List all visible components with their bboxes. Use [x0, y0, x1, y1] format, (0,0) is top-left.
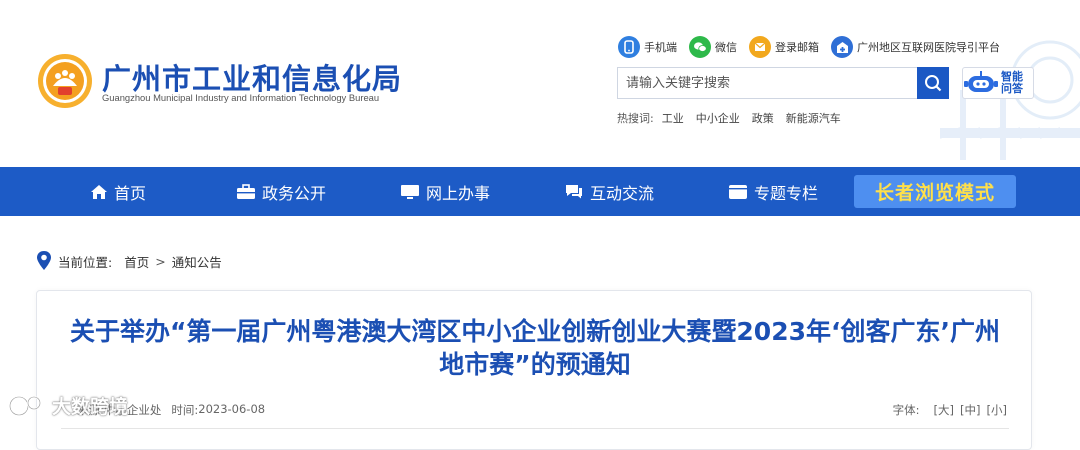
breadcrumb-notices[interactable]: 通知公告 — [172, 252, 222, 271]
nav-item-special-topics[interactable]: 专题专栏 — [728, 167, 818, 216]
wechat-link[interactable]: 微信 — [689, 36, 737, 58]
robot-icon — [964, 71, 998, 92]
location-pin-icon — [37, 251, 51, 270]
top-links: 手机端 微信 登录邮箱 广州地区互联网医院导引平台 — [618, 35, 1012, 59]
search-icon — [925, 75, 942, 92]
nav-item-label: 网上办事 — [426, 183, 491, 203]
hot-search-item[interactable]: 新能源汽车 — [786, 110, 841, 126]
bureau-emblem-icon[interactable] — [36, 52, 94, 110]
briefcase-icon — [237, 183, 255, 199]
article-date: 2023-06-08 — [198, 402, 266, 416]
search-button[interactable] — [917, 67, 949, 99]
breadcrumb: 当前位置: 首页 > 通知公告 — [36, 250, 222, 272]
watermark-text: 大数跨境 — [52, 396, 129, 418]
hospital-icon — [831, 36, 853, 58]
wechat-icon — [689, 36, 711, 58]
watermark-logo-icon — [8, 395, 41, 416]
site-header: 广州市工业和信息化局 Guangzhou Municipal Industry … — [0, 0, 1080, 167]
nav-item-label: 政务公开 — [262, 183, 327, 203]
nav-item-label: 专题专栏 — [754, 183, 819, 203]
mail-icon — [749, 36, 771, 58]
watermark: 大数跨境 — [8, 392, 128, 419]
article-card: 关于举办“第一届广州粤港澳大湾区中小企业创新创业大赛暨2023年‘创客广东’广州… — [36, 290, 1032, 450]
nav-item-interaction[interactable]: 互动交流 — [564, 167, 654, 216]
breadcrumb-separator: > — [155, 253, 166, 269]
mobile-link[interactable]: 手机端 — [618, 36, 677, 58]
font-size-medium-button[interactable]: [中] — [960, 402, 980, 418]
nav-item-government[interactable]: 政务公开 — [236, 167, 326, 216]
hot-search-item[interactable]: 中小企业 — [696, 110, 740, 126]
hot-search-item[interactable]: 工业 — [662, 110, 684, 126]
site-title-english: Guangzhou Municipal Industry and Informa… — [102, 92, 380, 103]
breadcrumb-home[interactable]: 首页 — [124, 252, 149, 271]
ai-qa-button[interactable]: 智能 问答 — [962, 67, 1034, 99]
search-box — [617, 67, 949, 99]
font-size-small-button[interactable]: [小] — [987, 402, 1007, 418]
font-size-switcher: 字体: [大] [中] [小] — [893, 402, 1007, 418]
font-size-label: 字体: — [892, 403, 920, 417]
hot-search-item[interactable]: 政策 — [752, 110, 774, 126]
search-input[interactable] — [618, 68, 916, 98]
hospital-guide-link[interactable]: 广州地区互联网医院导引平台 — [831, 36, 1000, 58]
monitor-icon — [401, 184, 419, 199]
nav-item-label: 首页 — [114, 183, 147, 203]
divider — [61, 428, 1009, 429]
nav-item-home[interactable]: 首页 — [90, 167, 146, 216]
article-date-label: 时间: — [171, 403, 199, 417]
chat-icon — [566, 185, 582, 199]
nav-item-online-service[interactable]: 网上办事 — [400, 167, 490, 216]
breadcrumb-prefix: 当前位置: — [58, 254, 113, 270]
hot-search: 热搜词: 工业 中小企业 政策 新能源汽车 — [617, 110, 845, 126]
hot-search-label: 热搜词: — [617, 112, 654, 125]
ai-label-line2: 问答 — [1001, 82, 1023, 95]
article-title: 关于举办“第一届广州粤港澳大湾区中小企业创新创业大赛暨2023年‘创客广东’广州… — [69, 317, 1000, 379]
home-icon — [91, 184, 107, 199]
font-size-large-button[interactable]: [大] — [934, 402, 954, 418]
nav-item-label: 互动交流 — [590, 183, 655, 203]
mobile-icon — [618, 36, 640, 58]
elder-mode-button[interactable]: 长者浏览模式 — [854, 175, 1016, 208]
mail-link[interactable]: 登录邮箱 — [749, 36, 819, 58]
folder-icon — [729, 184, 747, 199]
